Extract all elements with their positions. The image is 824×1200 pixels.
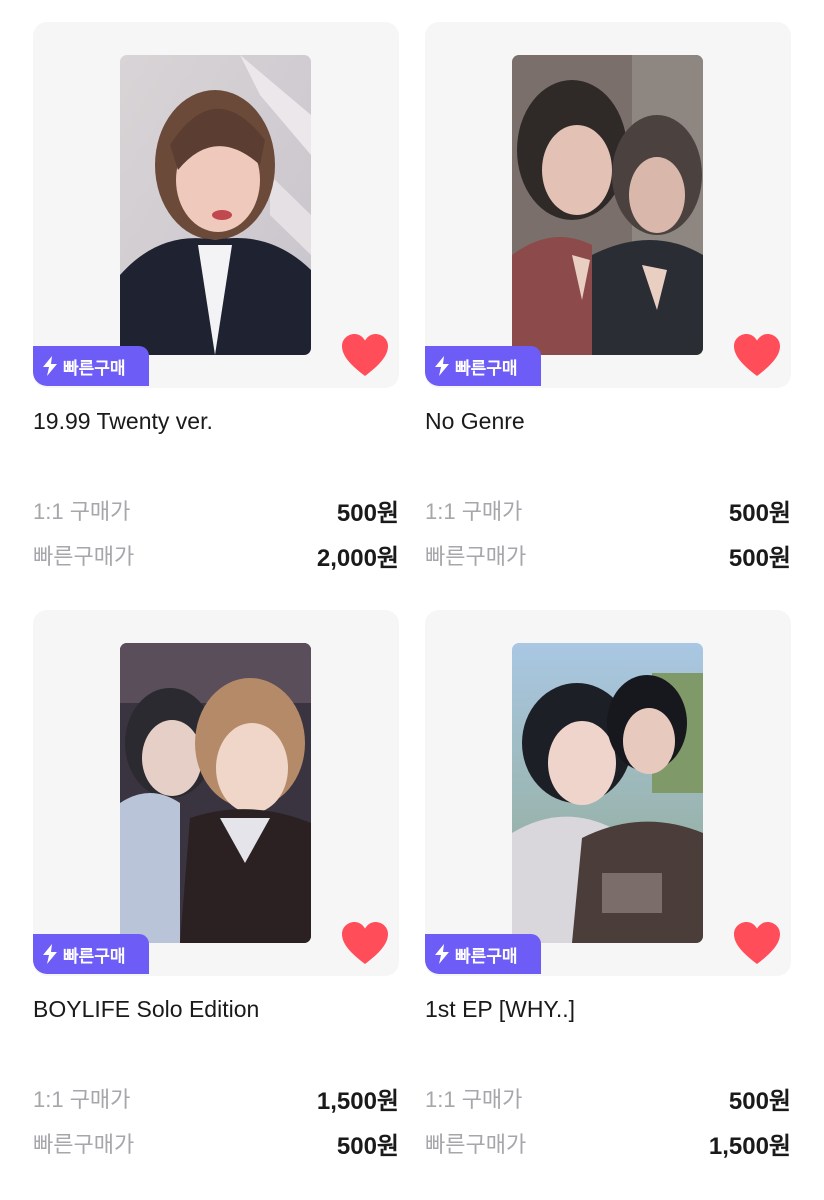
- price-value-1to1: 500원: [728, 499, 791, 527]
- price-row-quick: 빠른구매가 500원: [33, 1126, 399, 1160]
- quick-buy-badge-label: 빠른구매: [63, 946, 126, 966]
- quick-buy-badge-label: 빠른구매: [455, 946, 518, 966]
- price-value-quick: 500원: [336, 1132, 399, 1160]
- product-card[interactable]: 빠른구매 19.99 Twenty ver. 1:1 구매가 500원 빠른구매…: [33, 22, 399, 572]
- quick-buy-badge-label: 빠른구매: [455, 358, 518, 378]
- product-title[interactable]: BOYLIFE Solo Edition: [33, 996, 259, 1023]
- product-title[interactable]: 19.99 Twenty ver.: [33, 408, 213, 435]
- price-row-1to1: 1:1 구매가 1,500원: [33, 1081, 399, 1115]
- product-title[interactable]: No Genre: [425, 408, 525, 435]
- price-label-quick: 빠른구매가: [33, 1132, 135, 1157]
- lightning-bolt-icon: [42, 356, 58, 376]
- heart-icon[interactable]: [733, 333, 781, 377]
- product-card[interactable]: 빠른구매 No Genre 1:1 구매가 500원 빠른구매가 500원: [425, 22, 791, 572]
- product-card[interactable]: 빠른구매 BOYLIFE Solo Edition 1:1 구매가 1,500원…: [33, 610, 399, 1160]
- price-row-quick: 빠른구매가 2,000원: [33, 538, 399, 572]
- price-value-quick: 2,000원: [316, 544, 399, 572]
- product-thumbnail[interactable]: 빠른구매: [425, 22, 791, 388]
- quick-buy-badge-label: 빠른구매: [63, 358, 126, 378]
- heart-icon[interactable]: [733, 921, 781, 965]
- photocard-image: [512, 643, 703, 943]
- photocard-image: [512, 55, 703, 355]
- price-row-quick: 빠른구매가 1,500원: [425, 1126, 791, 1160]
- price-row-1to1: 1:1 구매가 500원: [33, 493, 399, 527]
- quick-buy-badge: 빠른구매: [33, 934, 149, 974]
- price-row-1to1: 1:1 구매가 500원: [425, 1081, 791, 1115]
- price-value-1to1: 500원: [336, 499, 399, 527]
- price-row-quick: 빠른구매가 500원: [425, 538, 791, 572]
- price-value-quick: 500원: [728, 544, 791, 572]
- price-label-1to1: 1:1 구매가: [33, 1087, 131, 1112]
- quick-buy-badge: 빠른구매: [425, 346, 541, 386]
- quick-buy-badge: 빠른구매: [425, 934, 541, 974]
- price-label-1to1: 1:1 구매가: [33, 499, 131, 524]
- price-row-1to1: 1:1 구매가 500원: [425, 493, 791, 527]
- price-value-1to1: 1,500원: [316, 1087, 399, 1115]
- photocard-image: [120, 55, 311, 355]
- product-thumbnail[interactable]: 빠른구매: [33, 22, 399, 388]
- price-value-1to1: 500원: [728, 1087, 791, 1115]
- product-card[interactable]: 빠른구매 1st EP [WHY..] 1:1 구매가 500원 빠른구매가 1…: [425, 610, 791, 1160]
- price-label-quick: 빠른구매가: [33, 544, 135, 569]
- photocard-image: [120, 643, 311, 943]
- price-label-1to1: 1:1 구매가: [425, 499, 523, 524]
- heart-icon[interactable]: [341, 921, 389, 965]
- price-label-quick: 빠른구매가: [425, 1132, 527, 1157]
- price-label-quick: 빠른구매가: [425, 544, 527, 569]
- price-value-quick: 1,500원: [708, 1132, 791, 1160]
- price-label-1to1: 1:1 구매가: [425, 1087, 523, 1112]
- product-title[interactable]: 1st EP [WHY..]: [425, 996, 575, 1023]
- lightning-bolt-icon: [42, 944, 58, 964]
- product-thumbnail[interactable]: 빠른구매: [425, 610, 791, 976]
- lightning-bolt-icon: [434, 944, 450, 964]
- product-thumbnail[interactable]: 빠른구매: [33, 610, 399, 976]
- lightning-bolt-icon: [434, 356, 450, 376]
- heart-icon[interactable]: [341, 333, 389, 377]
- quick-buy-badge: 빠른구매: [33, 346, 149, 386]
